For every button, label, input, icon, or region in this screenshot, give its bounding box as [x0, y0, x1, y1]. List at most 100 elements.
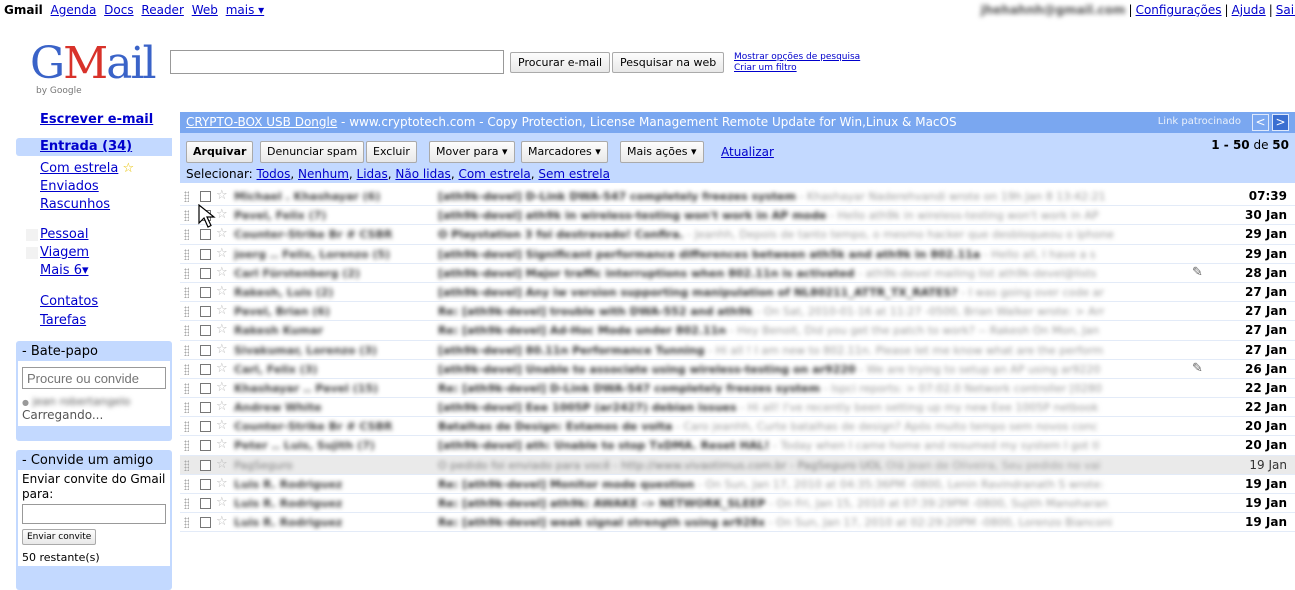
send-invite-button[interactable]: Enviar convite — [22, 529, 97, 545]
nav-contacts[interactable]: Contatos — [40, 294, 98, 309]
search-input[interactable] — [170, 50, 504, 74]
drag-handle-icon[interactable] — [184, 440, 189, 452]
search-mail-button[interactable]: Procurar e-mail — [510, 52, 611, 73]
email-row[interactable]: ☆ Pavel, Felix (7) [ath9k-devel] ath9k in … — [180, 206, 1295, 226]
star-toggle-icon[interactable]: ☆ — [216, 380, 228, 395]
top-link-docs[interactable]: Docs — [104, 3, 133, 17]
drag-handle-icon[interactable] — [184, 517, 189, 529]
move-to-dropdown[interactable]: Mover para ▾ — [429, 141, 515, 163]
row-checkbox[interactable] — [200, 344, 211, 356]
star-toggle-icon[interactable]: ☆ — [216, 457, 228, 472]
drag-handle-icon[interactable] — [184, 363, 189, 375]
row-checkbox[interactable] — [200, 382, 211, 394]
previous-ad-button[interactable]: < — [1252, 114, 1269, 131]
select-none-link[interactable]: Nenhum — [298, 167, 349, 181]
email-row[interactable]: ☆ joerg .. Felix, Lorenzo (5) [ath9k-devel… — [180, 244, 1295, 264]
nav-starred[interactable]: Com estrela ☆ — [40, 161, 134, 176]
drag-handle-icon[interactable] — [184, 306, 189, 318]
email-row[interactable]: ☆ Counter-Strike Br # CSBR O Playstation 3… — [180, 225, 1295, 245]
drag-handle-icon[interactable] — [184, 267, 189, 279]
top-link-more[interactable]: mais ▾ — [226, 3, 264, 17]
select-unstarred-link[interactable]: Sem estrela — [538, 167, 610, 181]
row-checkbox[interactable] — [200, 363, 211, 375]
star-toggle-icon[interactable]: ☆ — [216, 361, 228, 376]
email-row[interactable]: ☆ Rakesh, Luis (2) [ath9k-devel] Any iw ve… — [180, 282, 1295, 303]
email-row[interactable]: ☆ Pavel, Brian (6) Re: [ath9k-devel] troub… — [180, 302, 1295, 322]
star-toggle-icon[interactable]: ☆ — [216, 188, 228, 203]
star-toggle-icon[interactable]: ☆ — [216, 303, 228, 318]
email-row[interactable]: ☆ PagSeguro O pedido foi enviado para você… — [180, 455, 1295, 475]
drag-handle-icon[interactable] — [184, 382, 189, 394]
star-toggle-icon[interactable]: ☆ — [216, 418, 228, 433]
drag-handle-icon[interactable] — [184, 478, 189, 490]
delete-button[interactable]: Excluir — [366, 141, 417, 163]
compose-link[interactable]: Escrever e-mail — [40, 112, 153, 127]
gmail-logo[interactable]: GMail by Google — [30, 42, 160, 98]
row-checkbox[interactable] — [200, 286, 211, 298]
archive-button[interactable]: Arquivar — [186, 141, 254, 163]
drag-handle-icon[interactable] — [184, 344, 189, 356]
settings-link[interactable]: Configurações — [1136, 3, 1222, 17]
top-link-web[interactable]: Web — [192, 3, 218, 17]
nav-sent[interactable]: Enviados — [40, 179, 99, 194]
report-spam-button[interactable]: Denunciar spam — [260, 141, 365, 163]
select-unread-link[interactable]: Não lidas — [395, 167, 450, 181]
row-checkbox[interactable] — [200, 517, 211, 529]
drag-handle-icon[interactable] — [184, 402, 189, 414]
star-toggle-icon[interactable]: ☆ — [216, 437, 228, 452]
invite-gadget-title[interactable]: - Convide um amigo — [16, 450, 172, 470]
email-row[interactable]: ☆ Andrew White [ath9k-devel] Eee 1005P (ar… — [180, 398, 1295, 418]
drag-handle-icon[interactable] — [184, 286, 189, 298]
help-link[interactable]: Ajuda — [1232, 3, 1266, 17]
row-checkbox[interactable] — [200, 459, 211, 471]
star-toggle-icon[interactable]: ☆ — [216, 399, 228, 414]
drag-handle-icon[interactable] — [184, 459, 189, 471]
email-row[interactable]: ☆ Khashayar .. Pavel (15) Re: [ath9k-devel… — [180, 378, 1295, 399]
row-checkbox[interactable] — [200, 325, 211, 337]
more-actions-dropdown[interactable]: Mais ações ▾ — [620, 141, 704, 163]
next-ad-button[interactable]: > — [1272, 114, 1289, 131]
star-toggle-icon[interactable]: ☆ — [216, 246, 228, 261]
row-checkbox[interactable] — [200, 421, 211, 433]
sponsored-ad-link[interactable]: CRYPTO-BOX USB Dongle — [186, 115, 337, 129]
signout-link[interactable]: Sair — [1276, 3, 1295, 17]
create-filter-link[interactable]: Criar um filtro — [734, 63, 797, 73]
star-toggle-icon[interactable]: ☆ — [216, 495, 228, 510]
drag-handle-icon[interactable] — [184, 248, 189, 260]
top-link-reader[interactable]: Reader — [141, 3, 183, 17]
select-read-link[interactable]: Lidas — [357, 167, 388, 181]
star-toggle-icon[interactable]: ☆ — [216, 322, 228, 337]
email-row[interactable]: ☆ Sivakumar, Lorenzo (3) [ath9k-devel] 80.… — [180, 340, 1295, 360]
nav-inbox[interactable]: Entrada (34) — [16, 138, 172, 156]
email-row[interactable]: ☆ Rakesh Kumar Re: [ath9k-devel] Ad-Hoc Mo… — [180, 321, 1295, 341]
row-checkbox[interactable] — [200, 248, 211, 260]
drag-handle-icon[interactable] — [184, 229, 189, 241]
email-row[interactable]: ☆ Luis R. Rodriguez Re: [ath9k-devel] Moni… — [180, 474, 1295, 494]
star-toggle-icon[interactable]: ☆ — [216, 476, 228, 491]
email-row[interactable]: ☆ Counter-Strike Br # CSBR Batalhas de Des… — [180, 417, 1295, 437]
drag-handle-icon[interactable] — [184, 325, 189, 337]
row-checkbox[interactable] — [200, 306, 211, 318]
star-toggle-icon[interactable]: ☆ — [216, 514, 228, 529]
row-checkbox[interactable] — [200, 191, 211, 202]
top-link-agenda[interactable]: Agenda — [51, 3, 97, 17]
refresh-link[interactable]: Atualizar — [721, 145, 774, 159]
email-row[interactable]: ☆ Carl, Felix (3) [ath9k-devel] Unable to … — [180, 359, 1295, 379]
star-toggle-icon[interactable]: ☆ — [216, 265, 228, 280]
search-web-button[interactable]: Pesquisar na web — [612, 52, 725, 73]
email-row[interactable]: ☆ Carl Fürstenberg (2) [ath9k-devel] Major… — [180, 263, 1295, 283]
email-row[interactable]: ☆ Luis R. Rodriguez Re: [ath9k-devel] ath9… — [180, 494, 1295, 514]
star-toggle-icon[interactable]: ☆ — [216, 342, 228, 357]
drag-handle-icon[interactable] — [184, 421, 189, 433]
email-row[interactable]: ☆ Michael . Khashayar (6) [ath9k-devel] D-… — [180, 187, 1295, 207]
chat-contact[interactable]: ● jean robertangelo — [22, 395, 166, 408]
row-checkbox[interactable] — [200, 267, 211, 279]
select-all-link[interactable]: Todos — [257, 167, 291, 181]
nav-label-pessoal[interactable]: Pessoal — [40, 227, 88, 242]
star-toggle-icon[interactable]: ☆ — [216, 284, 228, 299]
nav-drafts[interactable]: Rascunhos — [40, 197, 110, 212]
show-search-options-link[interactable]: Mostrar opções de pesquisa — [734, 52, 860, 62]
email-row[interactable]: ☆ Luis R. Rodriguez Re: [ath9k-devel] weak… — [180, 513, 1295, 533]
chat-search-input[interactable] — [22, 367, 166, 389]
nav-tasks[interactable]: Tarefas — [40, 313, 86, 328]
